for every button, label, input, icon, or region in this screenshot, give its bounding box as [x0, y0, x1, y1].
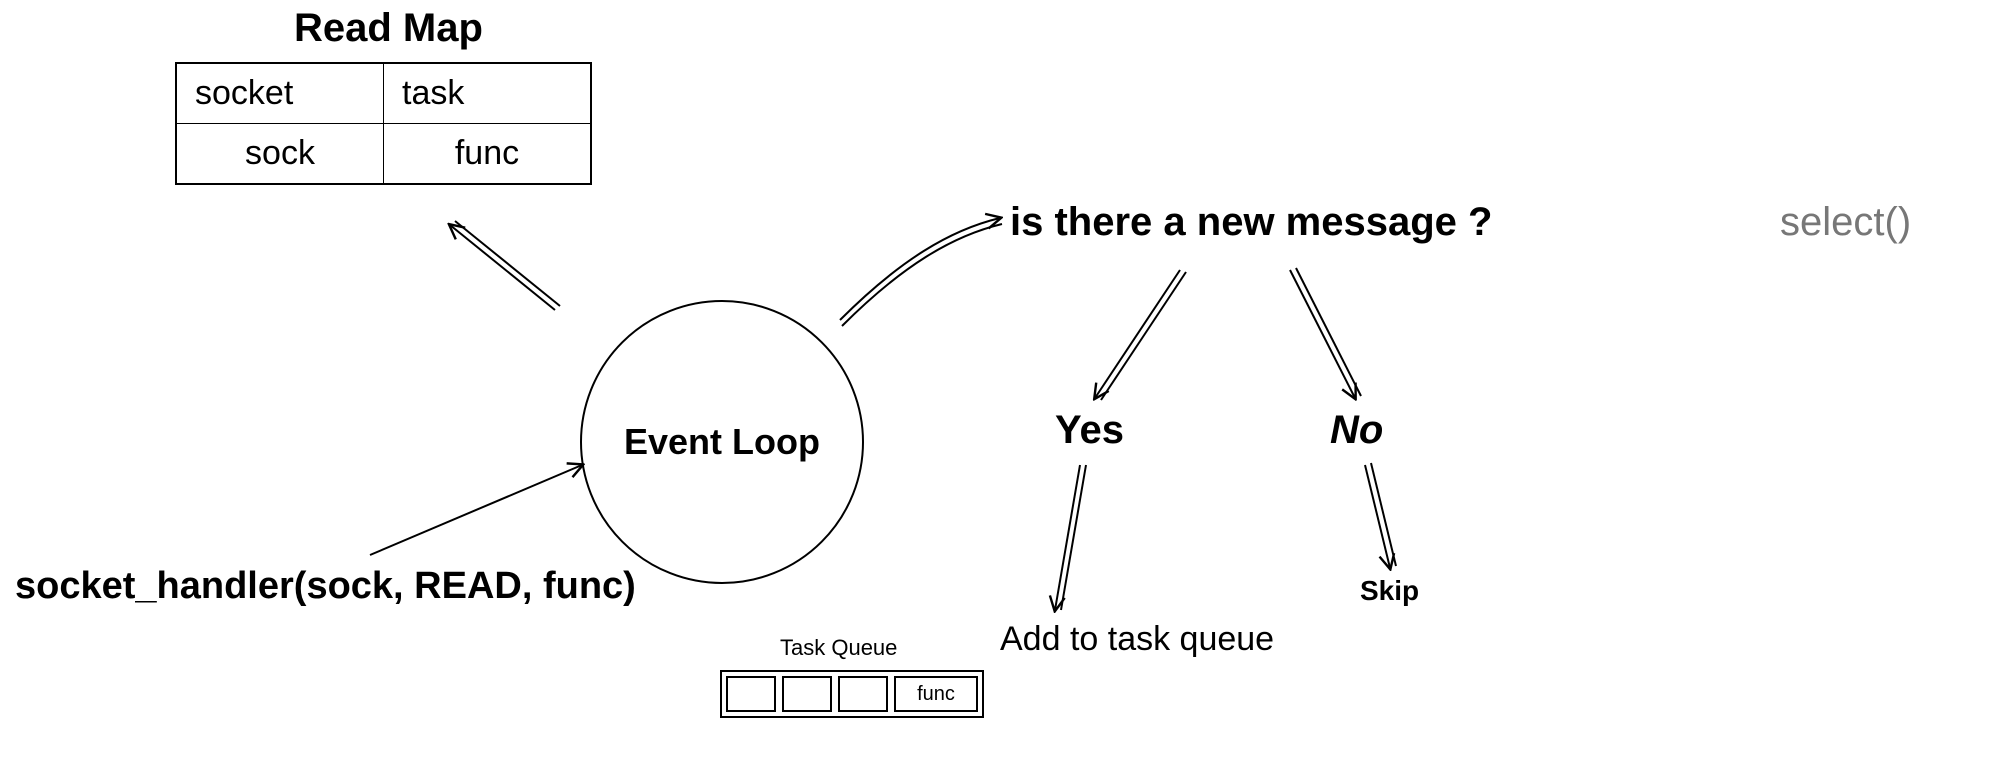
read-map-header-task: task — [384, 63, 592, 124]
branch-yes-label: Yes — [1055, 408, 1124, 453]
branch-no-action: Skip — [1360, 575, 1419, 607]
event-loop-node: Event Loop — [580, 300, 864, 584]
task-queue-slot — [782, 676, 832, 712]
diagram-canvas: Read Map socket task sock func Event Loo… — [0, 0, 2000, 777]
read-map-cell-func: func — [384, 124, 592, 185]
read-map-header-socket: socket — [176, 63, 384, 124]
task-queue-title: Task Queue — [780, 635, 897, 661]
task-queue-slot — [726, 676, 776, 712]
socket-handler-call: socket_handler(sock, READ, func) — [15, 565, 636, 608]
select-syscall-label: select() — [1780, 200, 1911, 245]
branch-no-label: No — [1330, 408, 1383, 453]
read-map-cell-sock: sock — [176, 124, 384, 185]
question-text: is there a new message ? — [1010, 200, 1492, 245]
event-loop-label: Event Loop — [624, 421, 820, 463]
table-row: sock func — [176, 124, 591, 185]
read-map-title: Read Map — [294, 6, 483, 51]
branch-yes-action: Add to task queue — [1000, 620, 1274, 659]
task-queue: func — [720, 670, 984, 718]
read-map-table: socket task sock func — [175, 62, 592, 185]
task-queue-slot-func: func — [894, 676, 978, 712]
table-row: socket task — [176, 63, 591, 124]
task-queue-slot — [838, 676, 888, 712]
